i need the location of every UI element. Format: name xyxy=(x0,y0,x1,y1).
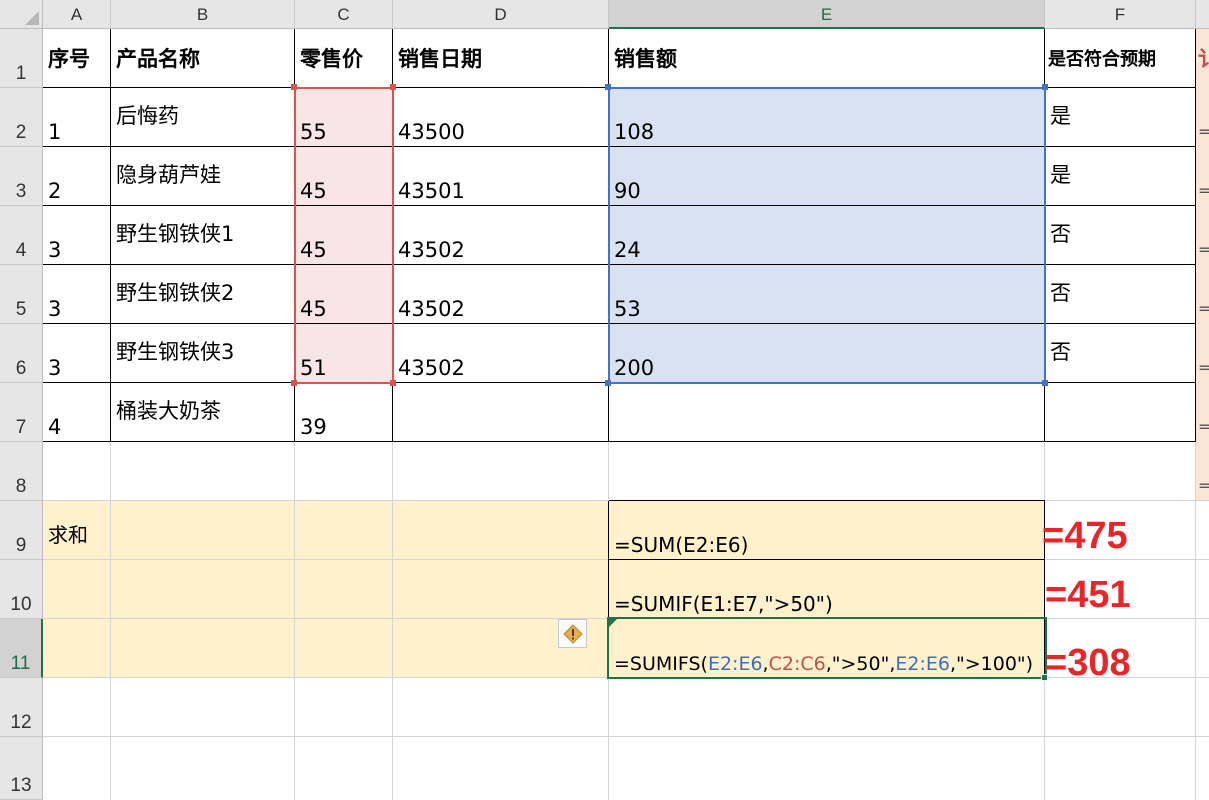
range-handle xyxy=(390,84,396,90)
header-sales-date[interactable]: 销售日期 xyxy=(393,29,608,87)
cell-a2[interactable]: 1 xyxy=(43,88,110,146)
cell-g5[interactable]: = xyxy=(1196,265,1209,323)
error-warning-icon[interactable] xyxy=(558,619,587,648)
active-cell-selection[interactable] xyxy=(607,617,1047,679)
formula-sum[interactable]: =SUM(E2:E6) xyxy=(609,501,1044,559)
cell-b4[interactable]: 野生钢铁侠1 xyxy=(111,206,294,264)
row-header-10[interactable]: 10 xyxy=(0,560,43,619)
cell-d4[interactable]: 43502 xyxy=(393,206,608,264)
column-header-d[interactable]: D xyxy=(393,0,609,29)
column-header-f[interactable]: F xyxy=(1045,0,1196,29)
header-retail-price[interactable]: 零售价 xyxy=(295,29,392,87)
cell-d3[interactable]: 43501 xyxy=(393,147,608,205)
cell-d7[interactable] xyxy=(393,383,608,441)
cell-a6[interactable]: 3 xyxy=(43,324,110,382)
range-handle xyxy=(605,380,611,386)
cell-b5[interactable]: 野生钢铁侠2 xyxy=(111,265,294,323)
cell-d5[interactable]: 43502 xyxy=(393,265,608,323)
cell-b6[interactable]: 野生钢铁侠3 xyxy=(111,324,294,382)
cell-c7[interactable]: 39 xyxy=(295,383,392,441)
price-range-highlight xyxy=(294,87,394,384)
cell-b2[interactable]: 后悔药 xyxy=(111,88,294,146)
grid-line xyxy=(43,736,1209,737)
row-header-4[interactable]: 4 xyxy=(0,206,43,265)
row-header-3[interactable]: 3 xyxy=(0,147,43,206)
column-header-c[interactable]: C xyxy=(295,0,393,29)
cell-g8[interactable]: = xyxy=(1196,442,1209,500)
cell-d2[interactable]: 43500 xyxy=(393,88,608,146)
column-header-e[interactable]: E xyxy=(609,0,1045,29)
cell-g3[interactable]: = xyxy=(1196,147,1209,205)
formula-sumif[interactable]: =SUMIF(E1:E7,">50") xyxy=(609,560,1044,618)
annotation-result-sumif: =451 xyxy=(1045,574,1131,616)
cell-f6[interactable]: 否 xyxy=(1045,324,1195,382)
range-handle xyxy=(291,380,297,386)
header-column-g[interactable]: 讠 xyxy=(1196,29,1209,87)
error-indicator-triangle-icon xyxy=(609,619,617,627)
sales-range-highlight xyxy=(608,87,1046,384)
cell-f7[interactable] xyxy=(1045,383,1195,441)
table-border xyxy=(43,441,1196,442)
row-header-12[interactable]: 12 xyxy=(0,678,43,737)
annotation-result-sumifs: =308 xyxy=(1045,642,1131,684)
cell-e7[interactable] xyxy=(609,383,1044,441)
column-header-a[interactable]: A xyxy=(43,0,111,29)
cell-a5[interactable]: 3 xyxy=(43,265,110,323)
row-header-8[interactable]: 8 xyxy=(0,442,43,501)
cell-g6[interactable]: = xyxy=(1196,324,1209,382)
cell-a7[interactable]: 4 xyxy=(43,383,110,441)
cell-g2[interactable]: = xyxy=(1196,88,1209,146)
cell-b7[interactable]: 桶装大奶茶 xyxy=(111,383,294,441)
select-all-corner[interactable] xyxy=(0,0,43,29)
column-header-b[interactable]: B xyxy=(111,0,295,29)
header-meets-expectation[interactable]: 是否符合预期 xyxy=(1045,29,1195,87)
row-header-2[interactable]: 2 xyxy=(0,88,43,147)
cell-f5[interactable]: 否 xyxy=(1045,265,1195,323)
row-header-6[interactable]: 6 xyxy=(0,324,43,383)
row-header-7[interactable]: 7 xyxy=(0,383,43,442)
sum-label[interactable]: 求和 xyxy=(43,501,343,559)
cell-g4[interactable]: = xyxy=(1196,206,1209,264)
header-index[interactable]: 序号 xyxy=(43,29,110,87)
cell-d6[interactable]: 43502 xyxy=(393,324,608,382)
row-header-5[interactable]: 5 xyxy=(0,265,43,324)
row-header-13[interactable]: 13 xyxy=(0,737,43,800)
cell-f3[interactable]: 是 xyxy=(1045,147,1195,205)
cell-b3[interactable]: 隐身葫芦娃 xyxy=(111,147,294,205)
select-all-triangle-icon xyxy=(25,11,39,25)
row-header-9[interactable]: 9 xyxy=(0,501,43,560)
cell-a3[interactable]: 2 xyxy=(43,147,110,205)
column-header-g[interactable] xyxy=(1196,0,1209,29)
cell-g7[interactable]: = xyxy=(1196,383,1209,441)
header-product-name[interactable]: 产品名称 xyxy=(111,29,294,87)
range-handle xyxy=(390,380,396,386)
range-handle xyxy=(291,84,297,90)
row-header-1[interactable]: 1 xyxy=(0,29,43,88)
cell-f4[interactable]: 否 xyxy=(1045,206,1195,264)
range-handle xyxy=(1042,380,1048,386)
header-sales-amount[interactable]: 销售额 xyxy=(609,29,1044,87)
row-header-11[interactable]: 11 xyxy=(0,619,43,678)
cell-a4[interactable]: 3 xyxy=(43,206,110,264)
cell-f2[interactable]: 是 xyxy=(1045,88,1195,146)
range-handle xyxy=(1042,84,1048,90)
range-handle xyxy=(605,84,611,90)
annotation-result-sum: =475 xyxy=(1042,515,1128,557)
